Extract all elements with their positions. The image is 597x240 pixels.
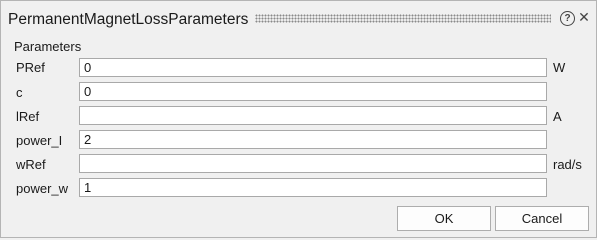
help-icon[interactable]: ?	[560, 11, 575, 26]
param-unit-pref: W	[553, 60, 566, 75]
param-field-power-w[interactable]	[79, 178, 547, 197]
param-label-lref: lRef	[16, 109, 40, 124]
ok-button[interactable]: OK	[397, 206, 491, 231]
param-label-c: c	[16, 85, 23, 100]
param-label-wref: wRef	[16, 157, 46, 172]
cancel-button[interactable]: Cancel	[495, 206, 589, 231]
param-label-power-w: power_w	[16, 181, 69, 196]
param-field-c[interactable]	[79, 82, 547, 101]
param-unit-wref: rad/s	[553, 157, 582, 172]
section-label: Parameters	[14, 39, 82, 54]
param-unit-lref: A	[553, 109, 562, 124]
window-title: PermanentMagnetLossParameters	[8, 11, 249, 28]
dialog-window: PermanentMagnetLossParameters ? ✕ Parame…	[0, 0, 597, 238]
param-field-power-i[interactable]	[79, 130, 547, 149]
close-icon[interactable]: ✕	[577, 9, 591, 25]
param-label-power-i: power_I	[16, 133, 63, 148]
param-field-pref[interactable]	[79, 58, 547, 77]
param-field-lref[interactable]	[79, 106, 547, 125]
drag-grip-icon[interactable]	[255, 14, 551, 23]
param-label-pref: PRef	[16, 60, 45, 75]
title-bar[interactable]: PermanentMagnetLossParameters ? ✕	[1, 1, 596, 37]
param-field-wref[interactable]	[79, 154, 547, 173]
